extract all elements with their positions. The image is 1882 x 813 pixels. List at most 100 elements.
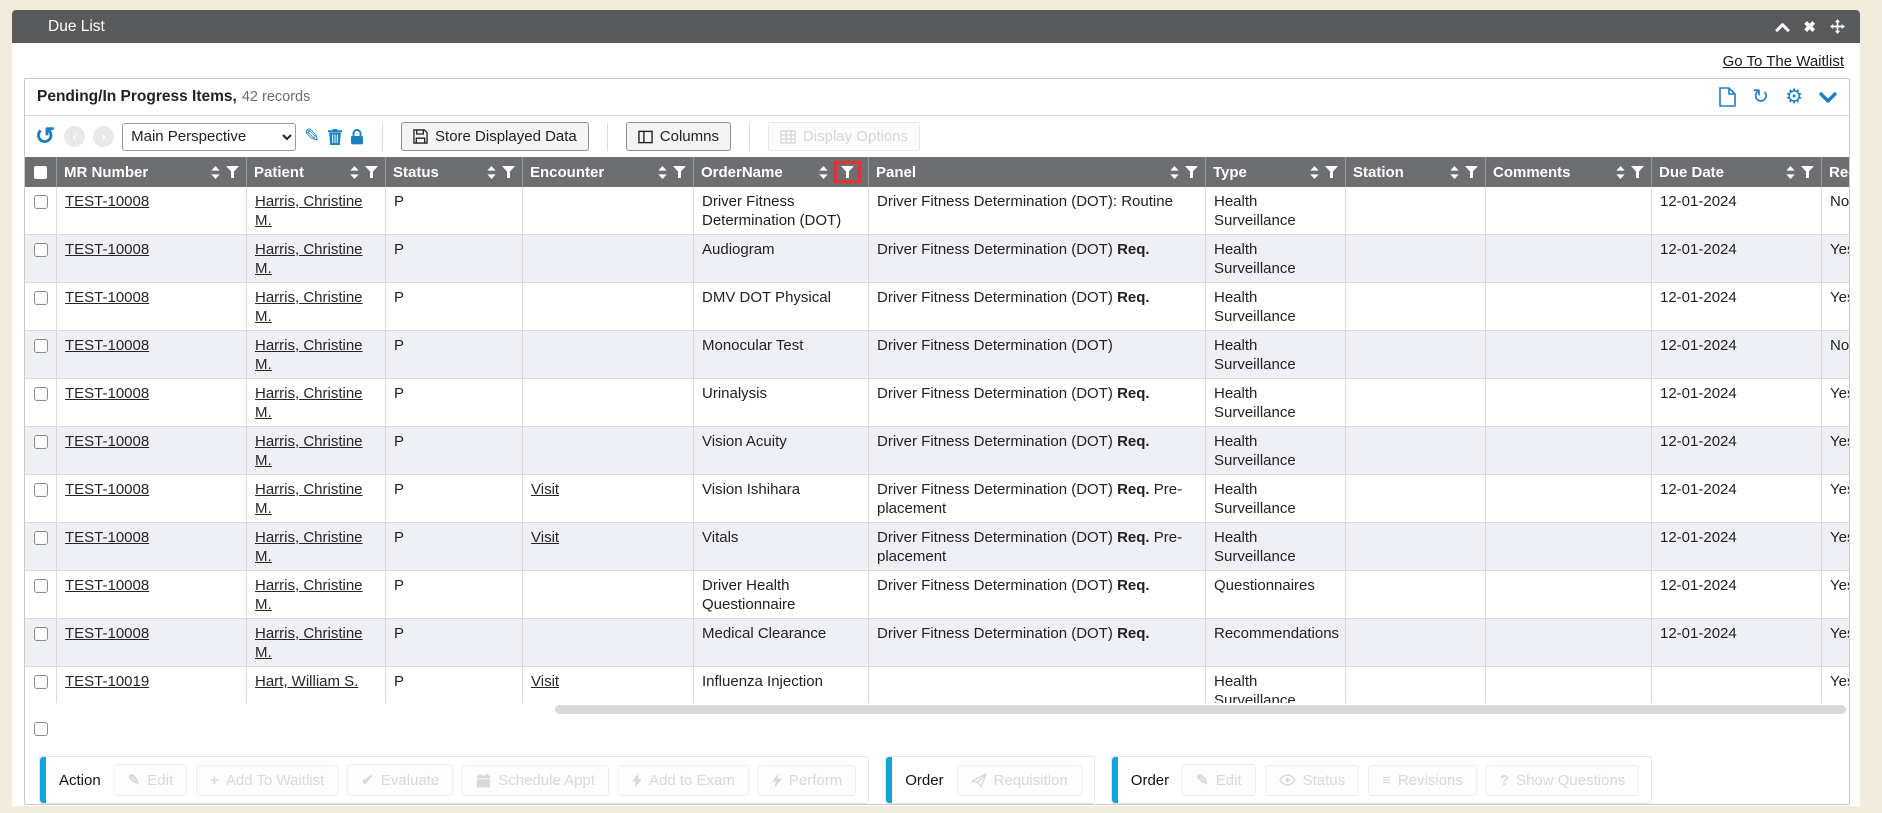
sort-icon[interactable] xyxy=(1170,166,1179,179)
row-checkbox[interactable] xyxy=(34,435,48,449)
column-header-station[interactable]: Station xyxy=(1346,157,1486,187)
delete-perspective-icon[interactable] xyxy=(328,129,342,145)
show-questions-button[interactable]: ?Show Questions xyxy=(1486,765,1639,796)
column-header-status[interactable]: Status xyxy=(386,157,523,187)
column-header-type[interactable]: Type xyxy=(1206,157,1346,187)
patient-link[interactable]: Harris, Christine M. xyxy=(255,481,363,517)
settings-icon[interactable]: ⚙ xyxy=(1785,87,1803,107)
lock-perspective-icon[interactable] xyxy=(350,128,364,145)
perspective-select[interactable]: Main Perspective xyxy=(122,123,296,151)
row-checkbox[interactable] xyxy=(34,387,48,401)
row-checkbox[interactable] xyxy=(34,243,48,257)
undo-icon[interactable]: ↺ xyxy=(35,125,55,149)
schedule-appt-button[interactable]: Schedule Appt xyxy=(462,765,609,796)
row-checkbox[interactable] xyxy=(34,339,48,353)
column-header-panel[interactable]: Panel xyxy=(869,157,1206,187)
sort-icon[interactable] xyxy=(819,166,828,179)
perform-button[interactable]: Perform xyxy=(758,765,856,796)
mr-number-link[interactable]: TEST-10008 xyxy=(65,193,149,210)
row-checkbox[interactable] xyxy=(34,675,48,689)
row-checkbox[interactable] xyxy=(34,531,48,545)
mr-number-link[interactable]: TEST-10008 xyxy=(65,241,149,258)
requisition-button[interactable]: Requisition xyxy=(957,765,1082,796)
display-options-button[interactable]: Display Options xyxy=(768,122,920,151)
close-icon[interactable]: ✖ xyxy=(1803,18,1816,36)
move-icon[interactable] xyxy=(1829,18,1846,35)
edit-button[interactable]: ✎Edit xyxy=(1182,764,1255,796)
patient-link[interactable]: Harris, Christine M. xyxy=(255,289,363,325)
collapse-panel-icon[interactable] xyxy=(1819,92,1837,103)
edit-button[interactable]: ✎Edit xyxy=(114,764,187,796)
go-to-waitlist-link[interactable]: Go To The Waitlist xyxy=(1723,53,1844,70)
patient-link[interactable]: Harris, Christine M. xyxy=(255,625,363,661)
filter-icon[interactable] xyxy=(365,166,378,178)
mr-number-link[interactable]: TEST-10008 xyxy=(65,481,149,498)
scrollbar-thumb[interactable] xyxy=(555,705,1846,714)
sort-icon[interactable] xyxy=(350,166,359,179)
filter-icon[interactable] xyxy=(1185,166,1198,178)
column-header-encounter[interactable]: Encounter xyxy=(523,157,694,187)
sort-icon[interactable] xyxy=(658,166,667,179)
window-titlebar[interactable]: Due List ✖ xyxy=(12,10,1860,43)
mr-number-link[interactable]: TEST-10008 xyxy=(65,289,149,306)
prev-perspective-button[interactable]: ‹ xyxy=(64,126,85,147)
column-header-mr[interactable]: MR Number xyxy=(57,157,247,187)
sort-icon[interactable] xyxy=(211,166,220,179)
filter-icon[interactable] xyxy=(673,166,686,178)
patient-link[interactable]: Harris, Christine M. xyxy=(255,577,363,613)
evaluate-button[interactable]: ✔Evaluate xyxy=(347,764,453,796)
encounter-link[interactable]: Visit xyxy=(531,673,559,690)
patient-link[interactable]: Harris, Christine M. xyxy=(255,241,363,277)
filter-icon[interactable] xyxy=(226,166,239,178)
mr-number-link[interactable]: TEST-10008 xyxy=(65,529,149,546)
mr-number-link[interactable]: TEST-10008 xyxy=(65,433,149,450)
row-checkbox[interactable] xyxy=(34,579,48,593)
patient-link[interactable]: Harris, Christine M. xyxy=(255,193,363,229)
footer-checkbox[interactable] xyxy=(34,722,48,736)
row-checkbox[interactable] xyxy=(34,291,48,305)
status-button[interactable]: Status xyxy=(1265,765,1360,796)
row-checkbox[interactable] xyxy=(34,483,48,497)
add-to-exam-button[interactable]: Add to Exam xyxy=(618,765,749,796)
revisions-button[interactable]: ≡Revisions xyxy=(1368,765,1477,796)
next-perspective-button[interactable]: › xyxy=(93,126,114,147)
sort-icon[interactable] xyxy=(487,166,496,179)
encounter-link[interactable]: Visit xyxy=(531,481,559,498)
column-header-patient[interactable]: Patient xyxy=(247,157,386,187)
patient-link[interactable]: Harris, Christine M. xyxy=(255,337,363,373)
row-checkbox[interactable] xyxy=(34,195,48,209)
filter-icon[interactable] xyxy=(1631,166,1644,178)
column-header-req[interactable]: Req xyxy=(1822,157,1849,187)
sort-icon[interactable] xyxy=(1450,166,1459,179)
column-header-comments[interactable]: Comments xyxy=(1486,157,1652,187)
filter-icon[interactable] xyxy=(502,166,515,178)
mr-number-link[interactable]: TEST-10008 xyxy=(65,577,149,594)
patient-link[interactable]: Hart, William S. xyxy=(255,673,358,690)
filter-icon[interactable] xyxy=(1801,166,1814,178)
filter-icon[interactable] xyxy=(1465,166,1478,178)
add-to-waitlist-button[interactable]: +Add To Waitlist xyxy=(196,765,338,796)
collapse-icon[interactable] xyxy=(1775,22,1790,32)
patient-link[interactable]: Harris, Christine M. xyxy=(255,529,363,565)
row-checkbox[interactable] xyxy=(34,627,48,641)
sort-icon[interactable] xyxy=(1786,166,1795,179)
mr-number-link[interactable]: TEST-10008 xyxy=(65,337,149,354)
store-displayed-data-button[interactable]: Store Displayed Data xyxy=(401,122,589,151)
sort-icon[interactable] xyxy=(1616,166,1625,179)
mr-number-link[interactable]: TEST-10019 xyxy=(65,673,149,690)
columns-button[interactable]: Columns xyxy=(626,122,731,151)
filter-icon[interactable] xyxy=(1325,166,1338,178)
mr-number-link[interactable]: TEST-10008 xyxy=(65,625,149,642)
refresh-icon[interactable]: ↻ xyxy=(1752,87,1769,107)
column-header-order[interactable]: OrderName xyxy=(694,157,869,187)
patient-link[interactable]: Harris, Christine M. xyxy=(255,433,363,469)
filter-icon[interactable] xyxy=(841,166,854,178)
new-document-icon[interactable] xyxy=(1719,87,1736,107)
patient-link[interactable]: Harris, Christine M. xyxy=(255,385,363,421)
sort-icon[interactable] xyxy=(1310,166,1319,179)
mr-number-link[interactable]: TEST-10008 xyxy=(65,385,149,402)
edit-perspective-icon[interactable]: ✎ xyxy=(304,127,320,146)
encounter-link[interactable]: Visit xyxy=(531,529,559,546)
horizontal-scrollbar[interactable] xyxy=(28,705,1846,714)
select-all-checkbox[interactable] xyxy=(34,166,47,179)
